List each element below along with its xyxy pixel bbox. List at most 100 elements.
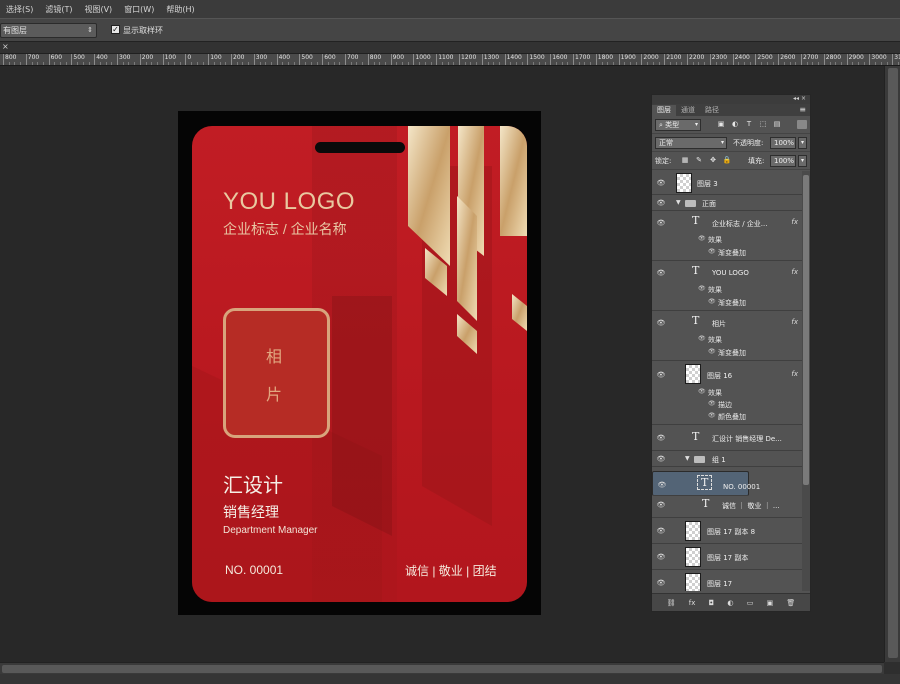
eye-icon[interactable]: 👁: [656, 179, 666, 187]
layer-row[interactable]: 👁 图层 17 副本: [652, 544, 802, 570]
add-mask-icon[interactable]: ◘: [709, 599, 715, 607]
eye-icon[interactable]: 👁: [656, 434, 666, 442]
eye-icon[interactable]: 👁: [656, 553, 666, 561]
fx-icon[interactable]: fx: [791, 268, 798, 276]
adjustment-filter-icon[interactable]: ◐: [730, 120, 740, 129]
group-row[interactable]: 👁 ▼ 正面: [652, 195, 802, 211]
eye-icon[interactable]: 👁: [698, 388, 706, 395]
eye-icon[interactable]: 👁: [708, 298, 716, 305]
text-filter-icon[interactable]: T: [744, 120, 754, 129]
scroll-thumb[interactable]: [803, 175, 809, 485]
ruler-minor-tick: [384, 62, 386, 65]
eye-icon[interactable]: 👁: [698, 335, 706, 342]
layer-row[interactable]: 👁 图层 3: [652, 171, 802, 195]
eye-icon[interactable]: 👁: [656, 199, 666, 207]
ruler-minor-tick: [772, 62, 774, 65]
layer-row[interactable]: 👁 图层 17: [652, 570, 802, 591]
panel-menu-icon[interactable]: ≡: [799, 105, 806, 114]
fx-icon[interactable]: fx: [791, 370, 798, 378]
shape-filter-icon[interactable]: ⬚: [758, 120, 768, 129]
eye-icon[interactable]: 👁: [708, 400, 716, 407]
close-icon[interactable]: ×: [2, 42, 9, 51]
layer-row[interactable]: 👁 T YOU LOGO fx 👁 效果 👁 渐变叠加: [652, 261, 802, 311]
menu-select[interactable]: 选择(S): [6, 4, 33, 15]
ruler-minor-tick: [875, 62, 877, 65]
card-number: NO. 00001: [225, 563, 284, 577]
menu-help[interactable]: 帮助(H): [166, 4, 194, 15]
blend-mode-select[interactable]: 正常 ▾: [655, 137, 727, 149]
logo-subtitle: 企业标志 / 企业名称: [223, 221, 347, 237]
ruler-minor-tick: [424, 62, 426, 65]
lock-paint-icon[interactable]: ✎: [694, 156, 704, 165]
new-group-icon[interactable]: ▭: [747, 599, 754, 607]
filter-kind-select[interactable]: ⌕ 类型 ▾: [655, 119, 701, 131]
ruler-minor-tick: [99, 62, 101, 65]
tab-channels[interactable]: 通道: [676, 105, 700, 116]
menu-filter[interactable]: 滤镜(T): [45, 4, 72, 15]
sample-select[interactable]: 有图层 ⇕: [0, 23, 97, 38]
fx-icon[interactable]: fx: [791, 318, 798, 326]
text-layer-icon: T: [697, 475, 713, 490]
layer-row[interactable]: 👁 T 企业标志 / 企业... fx 👁 效果 👁 渐变叠加: [652, 211, 802, 261]
ruler-tick-label: 1500: [527, 54, 545, 65]
lock-transparent-icon[interactable]: ▦: [680, 156, 690, 165]
menu-view[interactable]: 视图(V): [84, 4, 112, 15]
ruler-tick-label: 1800: [595, 54, 613, 65]
add-style-icon[interactable]: fx: [689, 599, 696, 607]
fill-dropdown[interactable]: ▾: [798, 155, 807, 167]
fill-input[interactable]: 100%: [770, 155, 796, 167]
eye-icon[interactable]: 👁: [656, 219, 666, 227]
filter-toggle-icon[interactable]: [797, 120, 807, 129]
show-ring-checkbox[interactable]: ✓: [111, 25, 120, 34]
chevron-updown-icon: ⇕: [87, 26, 93, 34]
eye-icon[interactable]: 👁: [656, 527, 666, 535]
layer-row[interactable]: 👁 T 汇设计 销售经理 De...: [652, 425, 802, 451]
lock-move-icon[interactable]: ✥: [708, 156, 718, 165]
chevron-down-icon[interactable]: ▼: [685, 455, 690, 462]
layer-name: 汇设计 销售经理 De...: [712, 435, 782, 443]
eye-icon[interactable]: 👁: [708, 248, 716, 255]
group-row[interactable]: 👁 ▼ 组 1: [652, 451, 802, 467]
eye-icon[interactable]: 👁: [698, 285, 706, 292]
collapse-icon[interactable]: ◂◂ ×: [793, 95, 806, 102]
layer-row[interactable]: 👁 图层 17 副本 8: [652, 518, 802, 544]
tab-layers[interactable]: 图层: [652, 105, 676, 116]
layers-scrollbar[interactable]: [802, 171, 810, 591]
opacity-input[interactable]: 100%: [770, 137, 796, 149]
eye-icon[interactable]: 👁: [656, 269, 666, 277]
image-filter-icon[interactable]: ▣: [716, 120, 726, 129]
lock-all-icon[interactable]: 🔒: [722, 156, 732, 165]
tab-paths[interactable]: 路径: [700, 105, 724, 116]
eye-icon[interactable]: 👁: [656, 579, 666, 587]
eye-icon[interactable]: 👁: [708, 348, 716, 355]
eye-icon[interactable]: 👁: [656, 371, 666, 379]
smart-object-filter-icon[interactable]: ▤: [772, 120, 782, 129]
scroll-thumb[interactable]: [888, 68, 898, 658]
eye-icon[interactable]: 👁: [656, 455, 666, 463]
link-layers-icon[interactable]: ⛓: [667, 599, 676, 607]
menu-window[interactable]: 窗口(W): [124, 4, 154, 15]
layer-row[interactable]: 👁 T 相片 fx 👁 效果 👁 渐变叠加: [652, 311, 802, 361]
gold-stripe: [457, 196, 477, 321]
horizontal-scrollbar[interactable]: [0, 662, 884, 674]
eye-icon[interactable]: 👁: [657, 481, 667, 489]
opacity-dropdown[interactable]: ▾: [798, 137, 807, 149]
scroll-thumb[interactable]: [2, 665, 882, 673]
new-layer-icon[interactable]: ▣: [767, 599, 774, 607]
layer-row[interactable]: 👁 T 诚信 ｜ 敬业 ｜ ...: [652, 492, 802, 518]
ruler-minor-tick: [886, 62, 888, 65]
group-name: 组 1: [712, 456, 726, 464]
eye-icon[interactable]: 👁: [656, 319, 666, 327]
ruler-minor-tick: [704, 62, 706, 65]
card-values: 诚信 | 敬业 | 团结: [405, 564, 497, 578]
layer-row[interactable]: 👁 图层 16 fx 👁 效果 👁 描边 👁 颜色叠加: [652, 361, 802, 425]
eye-icon[interactable]: 👁: [708, 412, 716, 419]
eye-icon[interactable]: 👁: [656, 501, 666, 509]
vertical-scrollbar[interactable]: [884, 66, 900, 662]
chevron-down-icon[interactable]: ▼: [676, 199, 681, 206]
fx-icon[interactable]: fx: [791, 218, 798, 226]
ruler-tick-label: 1300: [481, 54, 499, 65]
trash-icon[interactable]: 🗑: [786, 599, 795, 607]
eye-icon[interactable]: 👁: [698, 235, 706, 242]
adjustment-layer-icon[interactable]: ◐: [727, 599, 733, 607]
